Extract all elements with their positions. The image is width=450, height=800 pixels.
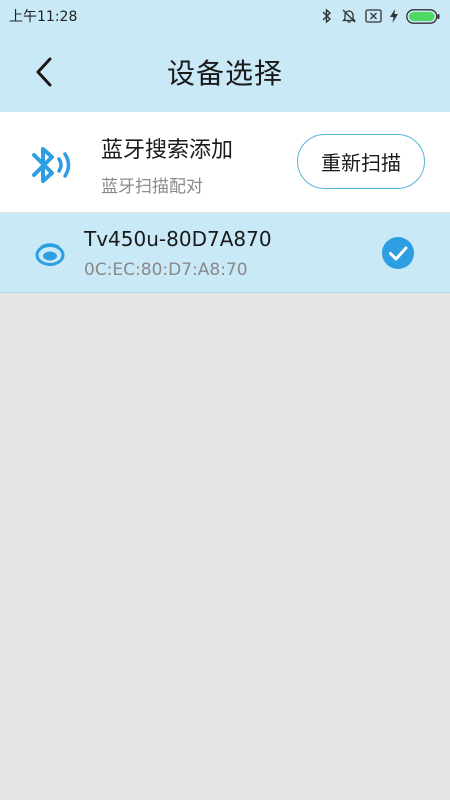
chevron-left-icon bbox=[36, 57, 52, 87]
status-time: 上午11:28 bbox=[9, 9, 78, 25]
printer-device-icon bbox=[35, 243, 65, 266]
status-bar: 上午11:28 bbox=[0, 0, 450, 32]
battery-icon bbox=[406, 8, 440, 24]
header-bar: 设备选择 bbox=[0, 32, 450, 112]
bluetooth-section-title: 蓝牙搜索添加 bbox=[101, 138, 234, 163]
rescan-button[interactable]: 重新扫描 bbox=[297, 134, 425, 189]
sim-blocked-icon bbox=[365, 9, 382, 23]
device-list-item[interactable]: Tv450u-80D7A870 0C:EC:80:D7:A8:70 bbox=[0, 213, 450, 293]
selected-check-icon bbox=[382, 237, 414, 269]
back-button[interactable] bbox=[26, 52, 62, 92]
page-title: 设备选择 bbox=[166, 57, 283, 90]
bluetooth-icon bbox=[322, 8, 332, 24]
bluetooth-search-icon bbox=[32, 147, 71, 183]
device-name: Tv450u-80D7A870 bbox=[84, 227, 272, 251]
charging-icon bbox=[390, 9, 398, 23]
device-mac-address: 0C:EC:80:D7:A8:70 bbox=[84, 260, 248, 280]
silent-bell-icon bbox=[341, 9, 357, 23]
status-icons bbox=[321, 8, 440, 24]
bluetooth-section-subtitle: 蓝牙扫描配对 bbox=[101, 177, 203, 197]
